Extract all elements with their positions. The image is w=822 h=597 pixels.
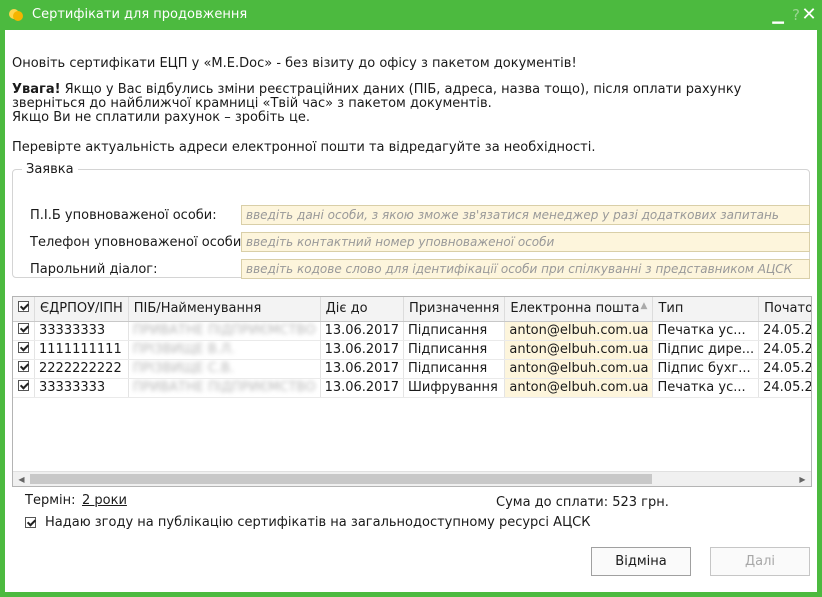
cell-type: Печатка ус... [652,321,760,341]
col-valid[interactable]: Діє до [320,297,405,322]
window-title: Сертифікати для продовження [32,7,248,22]
checkbox-icon[interactable] [18,342,29,353]
cell-email[interactable]: anton@elbuh.com.ua [504,378,654,398]
cell-valid: 13.06.2017 [320,340,405,360]
col-email-label: Електронна пошта [510,301,640,317]
dialog-window: Сертифікати для продовження ▁ ? ✕ Оновіт… [0,0,822,597]
pib-label: П.І.Б уповноваженої особи: [30,208,217,223]
col-type[interactable]: Тип [652,297,760,322]
scroll-right-icon[interactable]: ▶ [795,472,810,486]
password-input[interactable]: введіть кодове слово для ідентифікації о… [241,259,810,279]
cell-code: 33333333 [34,321,129,341]
cell-start: 24.05.2 [758,359,811,379]
checkbox-icon[interactable] [18,323,29,334]
cell-start: 24.05.2 [758,378,811,398]
title-bar: Сертифікати для продовження ▁ ? ✕ [0,0,822,30]
col-name[interactable]: ПІБ/Найменування [128,297,321,322]
warning-bold: Увага! [12,82,61,97]
col-code[interactable]: ЄДРПОУ/ІПН [34,297,129,322]
cell-name-text: ПРІЗВИЩЕ С.В. [132,361,235,376]
close-icon[interactable]: ✕ [799,5,819,25]
cell-purpose: Шифрування [403,378,506,398]
cell-start: 24.05.2 [758,321,811,341]
cell-valid: 13.06.2017 [320,321,405,341]
cell-name: ПРИВАТНЕ ПІДПРИЄМСТВО [128,321,321,341]
password-label: Парольний діалог: [30,262,158,277]
certificates-table: ЄДРПОУ/ІПН ПІБ/Найменування Діє до Призн… [12,296,812,487]
phone-input[interactable]: введіть контактний номер уповноваженої о… [241,232,810,252]
scrollbar-thumb[interactable] [30,474,652,484]
phone-label: Телефон уповноваженої особи: [30,235,246,250]
cell-email[interactable]: anton@elbuh.com.ua [504,340,654,360]
cell-type: Печатка ус... [652,378,760,398]
checkbox-icon[interactable] [18,301,29,313]
table-row[interactable]: 33333333 ПРИВАТНЕ ПІДПРИЄМСТВО 13.06.201… [13,321,811,341]
dialog-content: Оновіть сертифікати ЕЦП у «M.E.Doc» - бе… [5,30,817,592]
intro-text: Оновіть сертифікати ЕЦП у «M.E.Doc» - бе… [12,56,577,71]
checkbox-icon[interactable] [18,361,29,372]
table-header: ЄДРПОУ/ІПН ПІБ/Найменування Діє до Призн… [13,297,811,322]
cell-name-text: ПРИВАТНЕ ПІДПРИЄМСТВО [132,323,316,338]
cell-name: ПРІЗВИЩЕ В.Л. [128,340,321,360]
row-checkbox[interactable] [13,359,35,379]
agree-checkbox-row[interactable]: Надаю згоду на публікацію сертифікатів н… [25,515,590,530]
row-checkbox[interactable] [13,340,35,360]
cell-name-text: ПРІЗВИЩЕ В.Л. [132,342,235,357]
cell-name: ПРИВАТНЕ ПІДПРИЄМСТВО [128,378,321,398]
row-checkbox[interactable] [13,321,35,341]
col-purpose[interactable]: Призначення [403,297,506,322]
request-legend: Заявка [26,162,74,177]
pib-input[interactable]: введіть дані особи, з якою зможе зв'язат… [241,205,810,225]
sort-up-icon: ▲ [640,301,648,312]
cell-email[interactable]: anton@elbuh.com.ua [504,321,654,341]
cell-code: 1111111111 [34,340,129,360]
agree-checkbox[interactable] [25,517,36,528]
row-checkbox[interactable] [13,378,35,398]
cell-purpose: Підписання [403,359,506,379]
next-button[interactable]: Далі [710,547,810,576]
warning-body: Якщо у Вас відбулись зміни реєстраційних… [12,82,742,111]
app-logo-icon [8,7,24,23]
cell-code: 2222222222 [34,359,129,379]
table-row[interactable]: 1111111111 ПРІЗВИЩЕ В.Л. 13.06.2017 Підп… [13,340,811,360]
cell-type: Підпис дире... [652,340,760,360]
check-email-text: Перевірте актуальність адреси електронно… [12,140,596,155]
warning-unpaid: Якщо Ви не сплатили рахунок – зробіть це… [12,110,310,125]
request-group: Заявка П.І.Б уповноваженої особи: введіт… [12,162,810,279]
scroll-left-icon[interactable]: ◀ [14,472,29,486]
cell-start: 24.05.2 [758,340,811,360]
term-link[interactable]: 2 роки [82,493,127,508]
horizontal-scrollbar[interactable]: ◀ ▶ [13,471,811,486]
minimize-icon[interactable]: ▁ [768,5,788,25]
cell-name: ПРІЗВИЩЕ С.В. [128,359,321,379]
col-email[interactable]: Електронна пошта ▲ [504,297,654,322]
cancel-button[interactable]: Відміна [591,547,691,576]
cell-code: 33333333 [34,378,129,398]
col-start[interactable]: Початок [758,297,811,322]
warning-text: Увага! Якщо у Вас відбулись зміни реєстр… [12,83,812,125]
cell-purpose: Підписання [403,340,506,360]
checkbox-icon[interactable] [18,380,29,391]
cell-valid: 13.06.2017 [320,359,405,379]
term-label: Термін: [25,493,76,508]
cell-valid: 13.06.2017 [320,378,405,398]
cell-name-text: ПРИВАТНЕ ПІДПРИЄМСТВО [132,380,316,395]
cell-type: Підпис бухг... [652,359,760,379]
table-row[interactable]: 2222222222 ПРІЗВИЩЕ С.В. 13.06.2017 Підп… [13,359,811,379]
table-row[interactable]: 33333333 ПРИВАТНЕ ПІДПРИЄМСТВО 13.06.201… [13,378,811,398]
cell-purpose: Підписання [403,321,506,341]
agree-label: Надаю згоду на публікацію сертифікатів н… [45,515,591,530]
select-all-checkbox[interactable] [13,297,35,322]
sum-text: Сума до сплати: 523 грн. [496,495,669,510]
cell-email[interactable]: anton@elbuh.com.ua [504,359,654,379]
